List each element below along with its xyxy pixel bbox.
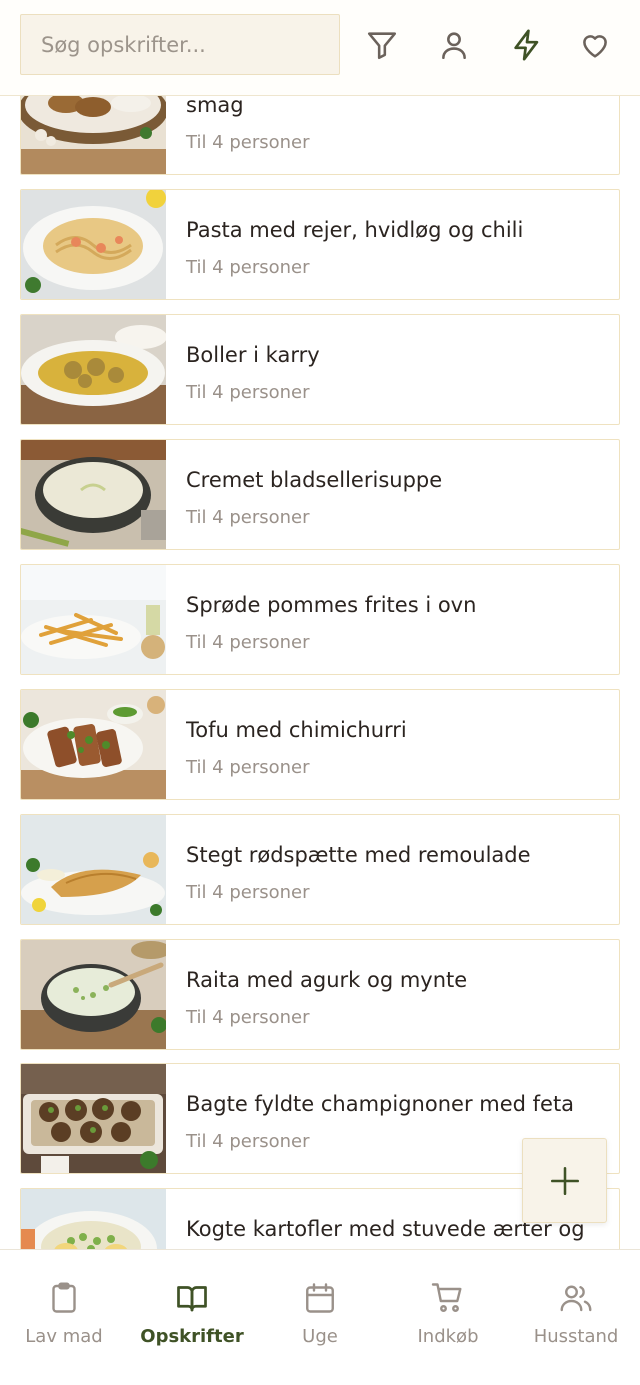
recipe-title: Raita med agurk og mynte (186, 968, 468, 992)
nav-item-husstand[interactable]: Husstand (512, 1250, 640, 1385)
recipe-servings: Til 4 personer (186, 1007, 310, 1028)
top-bar (0, 0, 640, 96)
recipe-thumbnail (21, 690, 166, 799)
recipe-thumbnail (21, 315, 166, 424)
recipe-card[interactable]: Stegt rødspætte med remoulade Til 4 pers… (20, 814, 620, 925)
recipe-title: smag (186, 93, 244, 117)
recipe-servings: Til 4 personer (186, 632, 310, 653)
users-icon (560, 1285, 592, 1312)
recipe-servings: Til 4 personer (186, 132, 310, 153)
recipe-title: Stegt rødspætte med remoulade (186, 843, 531, 867)
clipboard-icon (52, 1282, 76, 1313)
book-icon (177, 1286, 207, 1312)
add-recipe-button[interactable] (522, 1138, 607, 1223)
nav-item-indkob[interactable]: Indkøb (384, 1250, 512, 1385)
recipe-servings: Til 4 personer (186, 507, 310, 528)
recipe-title: Sprøde pommes frites i ovn (186, 593, 477, 617)
recipe-thumbnail (21, 1064, 166, 1173)
recipe-card[interactable]: Raita med agurk og mynte Til 4 personer (20, 939, 620, 1050)
nav-label: Husstand (533, 1326, 619, 1347)
recipe-title: Tofu med chimichurri (186, 718, 407, 742)
nav-label: Opskrifter (140, 1326, 244, 1347)
recipe-thumbnail (21, 565, 166, 674)
nav-item-lav-mad[interactable]: Lav mad (0, 1250, 128, 1385)
recipe-title: Pasta med rejer, hvidløg og chili (186, 218, 524, 242)
recipe-card[interactable]: Boller i karry Til 4 personer (20, 314, 620, 425)
bottom-navigation: Lav mad Opskrifter Uge Indkøb Husstand (0, 1249, 640, 1385)
user-icon[interactable] (434, 25, 474, 65)
recipe-thumbnail (21, 815, 166, 924)
recipe-servings: Til 4 personer (186, 382, 310, 403)
nav-label: Uge (302, 1326, 338, 1347)
search-box[interactable] (20, 14, 340, 75)
lightning-icon[interactable] (507, 25, 547, 65)
recipe-card[interactable]: Pasta med rejer, hvidløg og chili Til 4 … (20, 189, 620, 300)
app-screen: smag Til 4 personer Pasta med rejer, hvi… (0, 0, 640, 1385)
recipe-card[interactable]: Sprøde pommes frites i ovn Til 4 persone… (20, 564, 620, 675)
plus-icon (550, 1166, 579, 1195)
filter-icon[interactable] (362, 25, 402, 65)
recipe-card[interactable]: Tofu med chimichurri Til 4 personer (20, 689, 620, 800)
recipe-servings: Til 4 personer (186, 757, 310, 778)
recipe-thumbnail (21, 940, 166, 1049)
recipe-servings: Til 4 personer (186, 257, 310, 278)
nav-item-uge[interactable]: Uge (256, 1250, 384, 1385)
recipe-title: Boller i karry (186, 343, 320, 367)
recipe-card[interactable]: Cremet bladsellerisuppe Til 4 personer (20, 439, 620, 550)
recipe-thumbnail (21, 440, 166, 549)
cart-icon (431, 1283, 462, 1312)
nav-label: Indkøb (417, 1326, 479, 1347)
nav-item-opskrifter[interactable]: Opskrifter (128, 1250, 256, 1385)
recipe-servings: Til 4 personer (186, 882, 310, 903)
recipe-servings: Til 4 personer (186, 1131, 310, 1152)
calendar-icon (306, 1283, 334, 1313)
recipe-title: Cremet bladsellerisuppe (186, 468, 443, 492)
search-input[interactable] (21, 15, 339, 74)
recipe-title: Bagte fyldte champignoner med feta (186, 1092, 575, 1116)
heart-icon[interactable] (575, 25, 615, 65)
recipe-thumbnail (21, 190, 166, 299)
nav-label: Lav mad (25, 1326, 103, 1347)
